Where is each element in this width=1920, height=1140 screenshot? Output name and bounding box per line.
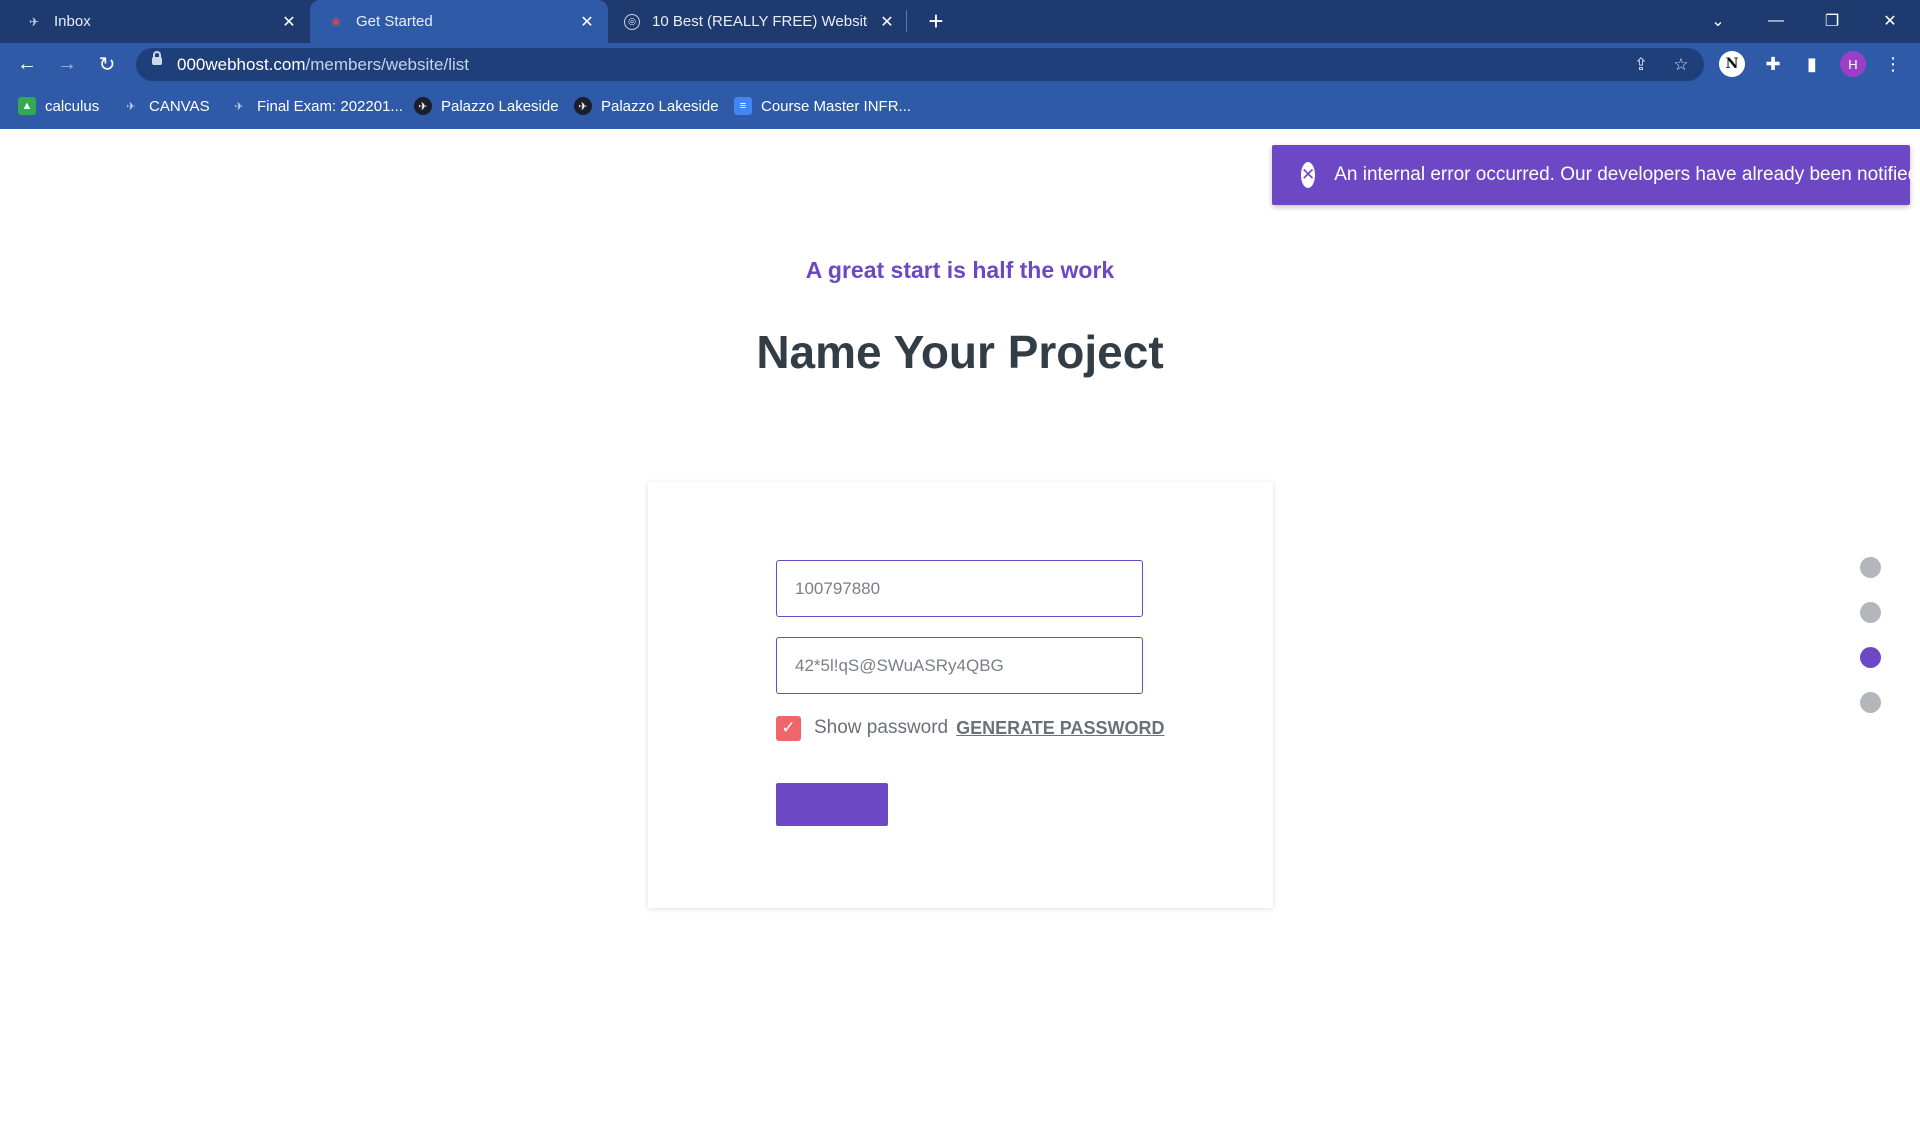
bookmark-course-master[interactable]: ≡ Course Master INFR... — [734, 95, 911, 117]
password-input[interactable]: 42*5l!qS@SWuASRy4QBG — [776, 637, 1143, 694]
step-dot-2[interactable] — [1860, 602, 1881, 623]
step-dot-3-active[interactable] — [1860, 647, 1881, 668]
tab-title: 10 Best (REALLY FREE) Website H — [652, 13, 868, 30]
address-bar[interactable]: 000webhost.com/members/website/list ⇪ ☆ — [136, 48, 1704, 81]
page-title: Name Your Project — [756, 326, 1164, 378]
app-icon: ✈ — [234, 100, 244, 113]
step-dot-1[interactable] — [1860, 557, 1881, 578]
extensions-puzzle-icon[interactable]: ✚ — [1758, 49, 1788, 79]
url-text[interactable]: 000webhost.com/members/website/list — [177, 55, 469, 75]
app-icon: ✈ — [28, 14, 40, 29]
tab-inbox[interactable]: ✈ Inbox ✕ — [0, 0, 308, 43]
browser-menu-icon[interactable]: ⋮ — [1878, 49, 1908, 79]
project-name-value: 100797880 — [795, 578, 881, 598]
bookmark-palazzo-lakeside-1[interactable]: ✈ Palazzo Lakeside — [414, 95, 559, 117]
bookmark-calculus[interactable]: ▲ calculus — [18, 95, 99, 117]
error-message: An internal error occurred. Our develope… — [1334, 164, 1920, 185]
back-button[interactable]: ← — [12, 49, 42, 79]
docs-icon: ≡ — [734, 97, 752, 115]
restore-button[interactable]: ❐ — [1814, 6, 1850, 36]
share-icon[interactable]: ⇪ — [1631, 55, 1651, 75]
tab-separator — [906, 10, 907, 32]
drive-icon: ▲ — [18, 97, 36, 115]
bookmark-canvas[interactable]: ✈ CANVAS — [122, 95, 209, 117]
app-icon: ✈ — [126, 100, 136, 113]
checkmark-icon: ✓ — [781, 718, 796, 737]
browser-toolbar: ← → ↻ 000webhost.com/members/website/lis… — [0, 43, 1920, 85]
close-tab-icon[interactable]: ✕ — [578, 13, 596, 31]
bookmark-palazzo-lakeside-2[interactable]: ✈ Palazzo Lakeside — [574, 95, 719, 117]
lock-icon[interactable] — [152, 51, 162, 65]
000webhost-icon: ❀ — [330, 14, 342, 29]
bookmark-final-exam[interactable]: ✈ Final Exam: 202201... — [230, 95, 403, 117]
bookmarks-bar: ▲ calculus ✈ CANVAS ✈ Final Exam: 202201… — [0, 85, 1920, 129]
tab-search-icon[interactable]: ⌄ — [1700, 6, 1736, 36]
close-window-button[interactable]: ✕ — [1872, 6, 1908, 36]
step-indicator — [1860, 557, 1882, 737]
password-value: 42*5l!qS@SWuASRy4QBG — [795, 655, 1004, 675]
tab-title: Inbox — [54, 13, 91, 30]
error-close-icon[interactable]: ✕ — [1301, 162, 1316, 188]
site-icon: ◎ — [624, 13, 640, 30]
step-dot-4[interactable] — [1860, 692, 1881, 713]
profile-avatar[interactable]: H — [1838, 49, 1868, 79]
tab-strip: ✈ Inbox ✕ ❀ Get Started ✕ ◎ 10 Best (REA… — [0, 0, 1920, 43]
show-password-label[interactable]: Show password — [814, 717, 948, 739]
extension-n-icon[interactable]: N — [1717, 49, 1747, 79]
tab-get-started[interactable]: ❀ Get Started ✕ — [310, 0, 608, 43]
minimize-button[interactable]: — — [1758, 6, 1794, 36]
plane-icon: ✈ — [414, 97, 432, 115]
forward-button[interactable]: → — [52, 49, 82, 79]
tab-free-website-hosting[interactable]: ◎ 10 Best (REALLY FREE) Website H ✕ — [610, 0, 906, 43]
show-password-checkbox[interactable]: ✓ — [776, 715, 801, 741]
new-tab-button[interactable]: + — [922, 6, 950, 36]
close-tab-icon[interactable]: ✕ — [280, 13, 298, 31]
plane-icon: ✈ — [574, 97, 592, 115]
reload-button[interactable]: ↻ — [92, 49, 122, 79]
close-tab-icon[interactable]: ✕ — [878, 13, 896, 31]
tab-title: Get Started — [356, 13, 433, 30]
side-panel-icon[interactable]: ▮ — [1797, 49, 1827, 79]
page-subtitle: A great start is half the work — [805, 257, 1115, 283]
submit-button[interactable] — [776, 783, 888, 826]
show-password-row: ✓ Show password GENERATE PASSWORD — [776, 714, 1164, 742]
bookmark-star-icon[interactable]: ☆ — [1671, 55, 1691, 75]
project-name-input[interactable]: 100797880 — [776, 560, 1143, 617]
generate-password-link[interactable]: GENERATE PASSWORD — [956, 718, 1164, 739]
page-content: ✕ An internal error occurred. Our develo… — [0, 129, 1920, 1140]
error-toast[interactable]: ✕ An internal error occurred. Our develo… — [1272, 145, 1920, 205]
project-form-card: 100797880 42*5l!qS@SWuASRy4QBG ✓ Show pa… — [648, 482, 1273, 908]
